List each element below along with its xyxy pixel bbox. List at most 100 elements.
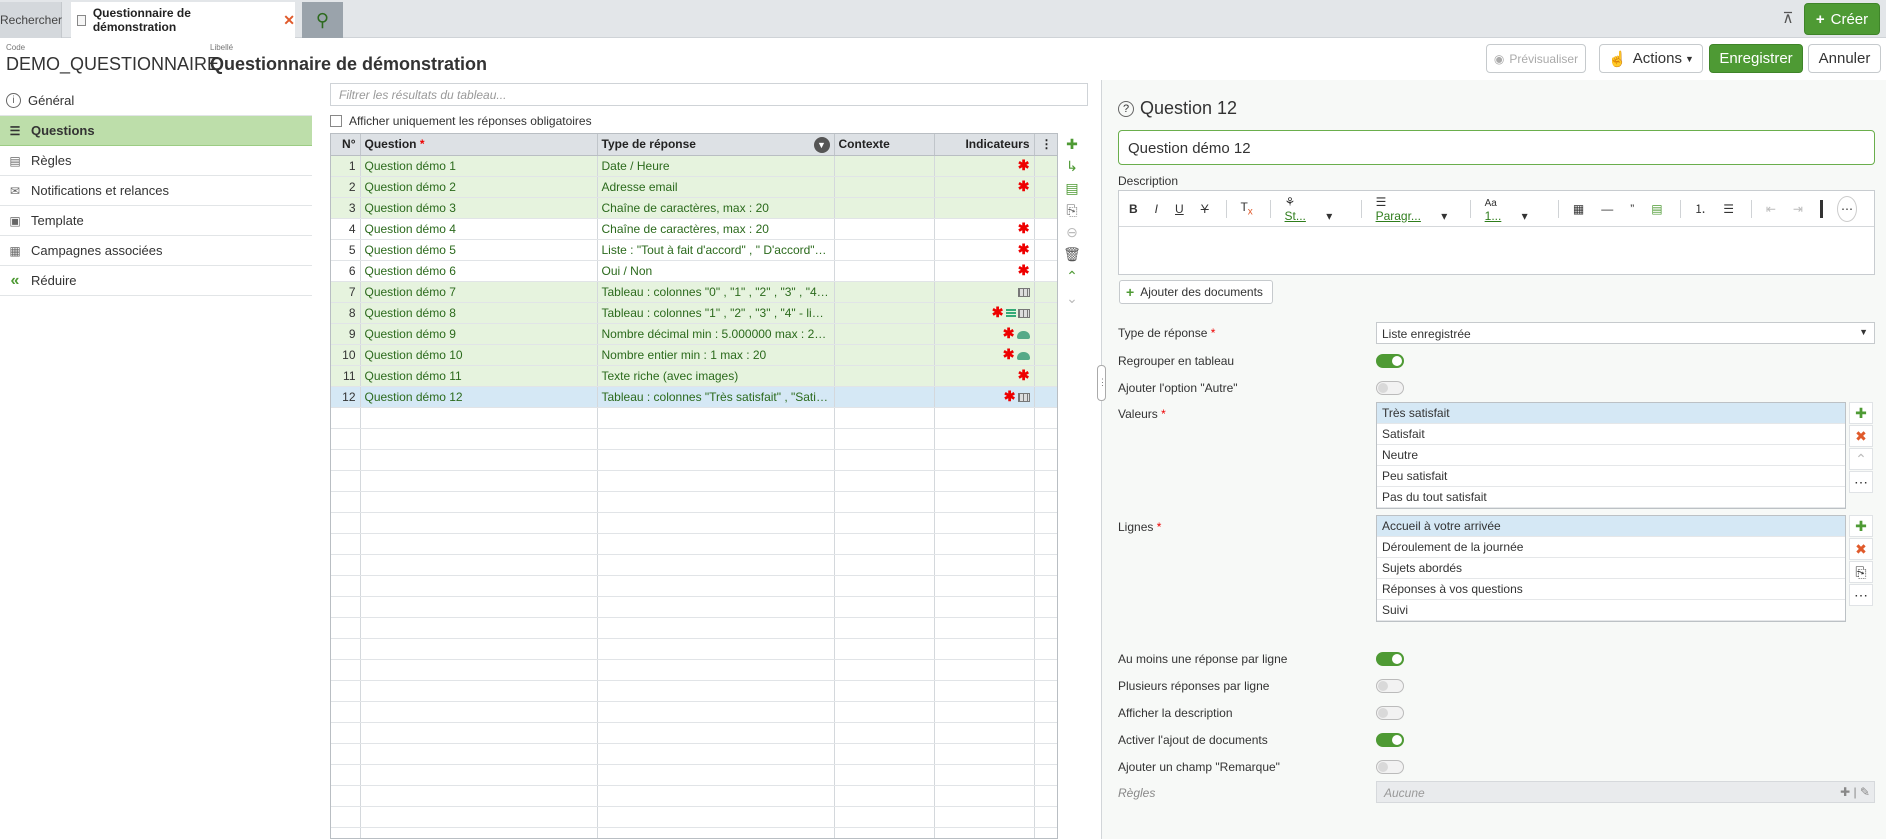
paste-icon[interactable]: ▤ <box>1060 177 1084 199</box>
group-table-toggle[interactable] <box>1376 354 1404 368</box>
table-row[interactable]: 10 Question démo 10 Nombre entier min : 1 … <box>331 344 1057 366</box>
table-row[interactable]: 4 Question démo 4 Chaîne de caractères, ma… <box>331 218 1057 240</box>
type-cell[interactable]: Liste : "Tout à fait d'accord" , " D'acc… <box>597 239 835 261</box>
question-cell[interactable]: Question démo 11 <box>360 365 598 387</box>
question-cell[interactable]: Question démo 6 <box>360 260 598 282</box>
table-row[interactable]: 9 Question démo 9 Nombre décimal min : 5.0… <box>331 323 1057 345</box>
col-type[interactable]: Type de réponse ▼ <box>597 134 835 156</box>
add-documents-button[interactable]: + Ajouter des documents <box>1119 280 1273 304</box>
type-cell[interactable]: Chaîne de caractères, max : 20 <box>597 218 835 240</box>
add-value-icon[interactable]: ✚ <box>1849 402 1873 424</box>
strike-icon[interactable]: Y <box>1201 202 1209 216</box>
table-row[interactable]: 3 Question démo 3 Chaîne de caractères, ma… <box>331 197 1057 219</box>
column-menu-icon[interactable]: ⋮ <box>1034 134 1057 156</box>
sidebar-item-questions[interactable]: ☰ Questions <box>0 116 312 146</box>
table-row[interactable]: 11 Question démo 11 Texte riche (avec imag… <box>331 365 1057 387</box>
context-cell[interactable] <box>834 344 935 366</box>
more-icon[interactable]: ⋯ <box>1849 471 1873 493</box>
move-up-icon[interactable]: ⌃ <box>1849 448 1873 470</box>
context-cell[interactable] <box>834 386 935 408</box>
description-editor[interactable]: B I U Y Tx ⚘ St... ▾ ☰ Paragr... ▾ Aa 1.… <box>1118 190 1875 275</box>
context-cell[interactable] <box>834 365 935 387</box>
type-cell[interactable]: Adresse email <box>597 176 835 198</box>
enable-documents-toggle[interactable] <box>1376 733 1404 747</box>
copy-icon[interactable]: ⎘ <box>1849 561 1873 583</box>
table-row[interactable]: 2 Question démo 2 Adresse email ✱ <box>331 176 1057 198</box>
numbered-list-icon[interactable]: ⒈ <box>1694 200 1706 217</box>
question-cell[interactable]: Question démo 5 <box>360 239 598 261</box>
paragraph-dropdown[interactable]: ☰ Paragr... ▾ <box>1376 195 1453 223</box>
context-cell[interactable] <box>834 323 935 345</box>
remove-icon[interactable]: ⊖ <box>1060 221 1084 243</box>
type-cell[interactable]: Date / Heure <box>597 155 835 177</box>
show-description-toggle[interactable] <box>1376 706 1404 720</box>
sidebar-item-campaigns[interactable]: ▦ Campagnes associées <box>0 236 312 266</box>
filter-icon[interactable]: ▼ <box>813 137 830 153</box>
sidebar-item-rules[interactable]: ▤ Règles <box>0 146 312 176</box>
table-filter-input[interactable]: Filtrer les résultats du tableau... <box>330 83 1088 106</box>
type-cell[interactable]: Texte riche (avec images) <box>597 365 835 387</box>
context-cell[interactable] <box>834 302 935 324</box>
type-cell[interactable]: Oui / Non <box>597 260 835 282</box>
cancel-button[interactable]: Annuler <box>1808 44 1881 73</box>
line-item[interactable]: Suivi <box>1377 600 1845 621</box>
line-item[interactable]: Sujets abordés <box>1377 558 1845 579</box>
question-cell[interactable]: Question démo 7 <box>360 281 598 303</box>
question-cell[interactable]: Question démo 1 <box>360 155 598 177</box>
sidebar-item-notifications[interactable]: ✉ Notifications et relances <box>0 176 312 206</box>
remark-field-toggle[interactable] <box>1376 760 1404 774</box>
more-icon[interactable]: ⋯ <box>1849 584 1873 606</box>
question-cell[interactable]: Question démo 10 <box>360 344 598 366</box>
value-item[interactable]: Pas du tout satisfait <box>1377 487 1845 508</box>
quote-icon[interactable]: ” <box>1630 202 1634 216</box>
question-label-input[interactable]: Question démo 12 <box>1118 130 1875 165</box>
context-cell[interactable] <box>834 197 935 219</box>
rules-tools-icon[interactable]: ✚ | ✎ <box>1840 785 1870 799</box>
value-item[interactable]: Satisfait <box>1377 424 1845 445</box>
context-cell[interactable] <box>834 218 935 240</box>
line-item[interactable]: Réponses à vos questions <box>1377 579 1845 600</box>
delete-icon[interactable]: 🗑 <box>1060 243 1084 265</box>
col-context[interactable]: Contexte <box>834 134 935 156</box>
splitter-handle[interactable]: ⋮ <box>1097 365 1107 401</box>
context-cell[interactable] <box>834 176 935 198</box>
table-row[interactable]: 7 Question démo 7 Tableau : colonnes "0" ,… <box>331 281 1057 303</box>
multiple-answers-toggle[interactable] <box>1376 679 1404 693</box>
indent-icon[interactable]: ⇥ <box>1793 202 1803 216</box>
font-size-dropdown[interactable]: Aa 1... ▾ <box>1485 195 1541 223</box>
value-item[interactable]: Très satisfait <box>1377 403 1845 424</box>
sidebar-item-general[interactable]: i Général <box>0 86 312 116</box>
table-row[interactable]: 12 Question démo 12 Tableau : colonnes "Tr… <box>331 386 1057 408</box>
checkbox-box[interactable] <box>330 115 342 127</box>
underline-icon[interactable]: U <box>1175 202 1184 216</box>
only-required-checkbox[interactable]: Afficher uniquement les réponses obligat… <box>330 114 592 128</box>
context-cell[interactable] <box>834 260 935 282</box>
type-cell[interactable]: Nombre décimal min : 5.000000 max : 20.0… <box>597 323 835 345</box>
question-cell[interactable]: Question démo 8 <box>360 302 598 324</box>
sidebar-item-collapse[interactable]: « Réduire <box>0 266 312 296</box>
add-line-icon[interactable]: ✚ <box>1849 515 1873 537</box>
question-cell[interactable]: Question démo 9 <box>360 323 598 345</box>
italic-icon[interactable]: I <box>1155 202 1158 216</box>
question-cell[interactable]: Question démo 3 <box>360 197 598 219</box>
table-row[interactable]: 5 Question démo 5 Liste : "Tout à fait d'a… <box>331 239 1057 261</box>
col-num[interactable]: N° <box>331 134 361 156</box>
rules-field[interactable]: Aucune ✚ | ✎ <box>1376 781 1875 803</box>
copy-icon[interactable]: ⎘ <box>1060 199 1084 221</box>
type-cell[interactable]: Nombre entier min : 1 max : 20 <box>597 344 835 366</box>
move-up-icon[interactable]: ⌃ <box>1060 265 1084 287</box>
preview-button[interactable]: ◉ Prévisualiser <box>1486 44 1586 73</box>
value-item[interactable]: Neutre <box>1377 445 1845 466</box>
tab-questionnaire[interactable]: Questionnaire de démonstration ✕ <box>71 2 295 38</box>
context-cell[interactable] <box>834 155 935 177</box>
line-item[interactable]: Déroulement de la journée <box>1377 537 1845 558</box>
add-row-icon[interactable]: ✚ <box>1060 133 1084 155</box>
type-cell[interactable]: Tableau : colonnes "0" , "1" , "2" , "3"… <box>597 281 835 303</box>
hierarchy-icon[interactable]: ⊼ <box>1778 9 1798 29</box>
remove-value-icon[interactable]: ✖ <box>1849 425 1873 447</box>
at-least-one-toggle[interactable] <box>1376 652 1404 666</box>
style-dropdown[interactable]: ⚘ St... ▾ <box>1285 195 1344 223</box>
type-cell[interactable]: Chaîne de caractères, max : 20 <box>597 197 835 219</box>
type-cell[interactable]: Tableau : colonnes "Très satisfait" , "S… <box>597 386 835 408</box>
pin-tab[interactable]: ⚲ <box>302 2 343 38</box>
